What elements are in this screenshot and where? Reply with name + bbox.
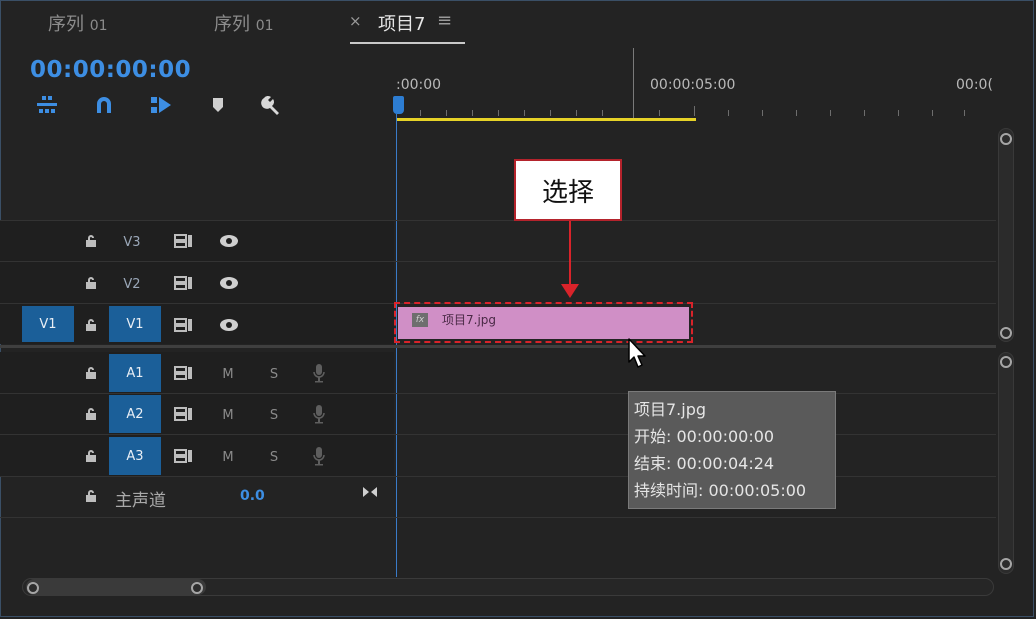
track-separator [0,517,996,518]
zoom-handle-left[interactable] [27,582,39,594]
wrench-settings-icon[interactable] [260,93,284,117]
tooltip-end: 结束: 00:00:04:24 [634,454,775,473]
zoom-scrollbar-thumb[interactable] [26,579,206,595]
audio-track-headers [0,352,394,476]
solo-button[interactable]: S [264,363,284,385]
sync-lock-icon[interactable] [172,316,196,334]
audio-vertical-scrollbar[interactable] [998,352,1014,574]
scroll-handle-top[interactable] [1000,356,1012,368]
linked-selection-icon[interactable] [149,93,173,117]
track-separator [0,220,996,221]
sync-lock-icon[interactable] [172,364,196,382]
tab-label: 序列 [48,14,84,35]
tab-number: 01 [255,18,274,34]
tooltip-duration: 持续时间: 00:00:05:00 [634,481,807,500]
solo-button[interactable]: S [264,446,284,468]
solo-button[interactable]: S [264,404,284,426]
callout-arrow-line [569,221,571,287]
time-ruler[interactable] [394,96,994,118]
playhead-timecode[interactable]: 00:00:00:00 [30,57,191,83]
lock-icon[interactable] [83,485,99,507]
track-target-a2[interactable]: A2 [109,395,161,433]
track-separator [0,261,996,262]
snap-nested-icon[interactable] [35,93,59,117]
master-track-label: 主声道 [115,491,166,511]
callout-arrow-head [561,284,579,298]
mute-button[interactable]: M [218,446,238,468]
eye-icon[interactable] [217,274,241,292]
track-name-v2[interactable]: V2 [112,273,152,295]
tab-label: 序列 [214,14,250,35]
master-volume-value[interactable]: 0.0 [240,488,265,504]
tooltip-clip-name: 项目7.jpg [634,400,707,419]
magnet-snap-icon[interactable] [92,93,116,117]
bowtie-icon[interactable] [360,483,380,501]
ruler-label-5s: 00:00:05:00 [650,77,736,93]
selection-highlight [394,302,693,343]
scroll-handle-top[interactable] [1000,133,1012,145]
sync-lock-icon[interactable] [172,274,196,292]
lock-icon[interactable] [83,230,99,252]
tooltip-start: 开始: 00:00:00:00 [634,427,775,446]
lock-icon[interactable] [83,445,99,467]
scroll-handle-bottom[interactable] [1000,558,1012,570]
playhead-handle[interactable] [393,96,404,114]
tab-sequence-01-b[interactable]: 序列 01 [214,10,274,36]
work-area-bar[interactable] [396,118,696,121]
lock-icon[interactable] [83,403,99,425]
mute-button[interactable]: M [218,404,238,426]
track-target-a3[interactable]: A3 [109,437,161,475]
track-separator [0,393,996,394]
sync-lock-icon[interactable] [172,405,196,423]
track-name-v3[interactable]: V3 [112,231,152,253]
microphone-icon[interactable] [310,401,328,427]
track-target-a1[interactable]: A1 [109,354,161,392]
active-tab-indicator [350,42,465,44]
source-patch-v1[interactable]: V1 [22,306,74,342]
ruler-ticks [420,106,965,116]
track-separator [0,476,996,477]
lock-icon[interactable] [83,362,99,384]
lock-icon[interactable] [83,272,99,294]
eye-icon[interactable] [217,232,241,250]
track-separator [0,434,996,435]
lock-icon[interactable] [83,314,99,336]
mute-button[interactable]: M [218,363,238,385]
ruler-label-10s: 00:0( [956,77,993,93]
callout-label: 选择 [514,159,622,221]
panel-menu-icon[interactable]: ≡ [437,10,452,31]
microphone-icon[interactable] [310,443,328,469]
add-marker-icon[interactable] [206,93,230,117]
video-audio-divider [0,345,996,348]
eye-icon[interactable] [217,316,241,334]
clip-tooltip: 项目7.jpg 开始: 00:00:00:00 结束: 00:00:04:24 … [628,391,836,509]
tab-sequence-01-a[interactable]: 序列 01 [48,10,108,36]
sync-lock-icon[interactable] [172,232,196,250]
tab-number: 01 [89,18,108,34]
tab-close-icon[interactable]: × [349,12,362,30]
zoom-handle-right[interactable] [191,582,203,594]
mouse-cursor-icon [627,338,647,374]
tab-project-7[interactable]: 项目7 [378,10,425,36]
track-target-v1[interactable]: V1 [109,306,161,342]
ruler-label-start: :00:00 [396,77,442,93]
sync-lock-icon[interactable] [172,447,196,465]
microphone-icon[interactable] [310,360,328,386]
scroll-handle-bottom[interactable] [1000,327,1012,339]
video-vertical-scrollbar[interactable] [998,128,1014,342]
